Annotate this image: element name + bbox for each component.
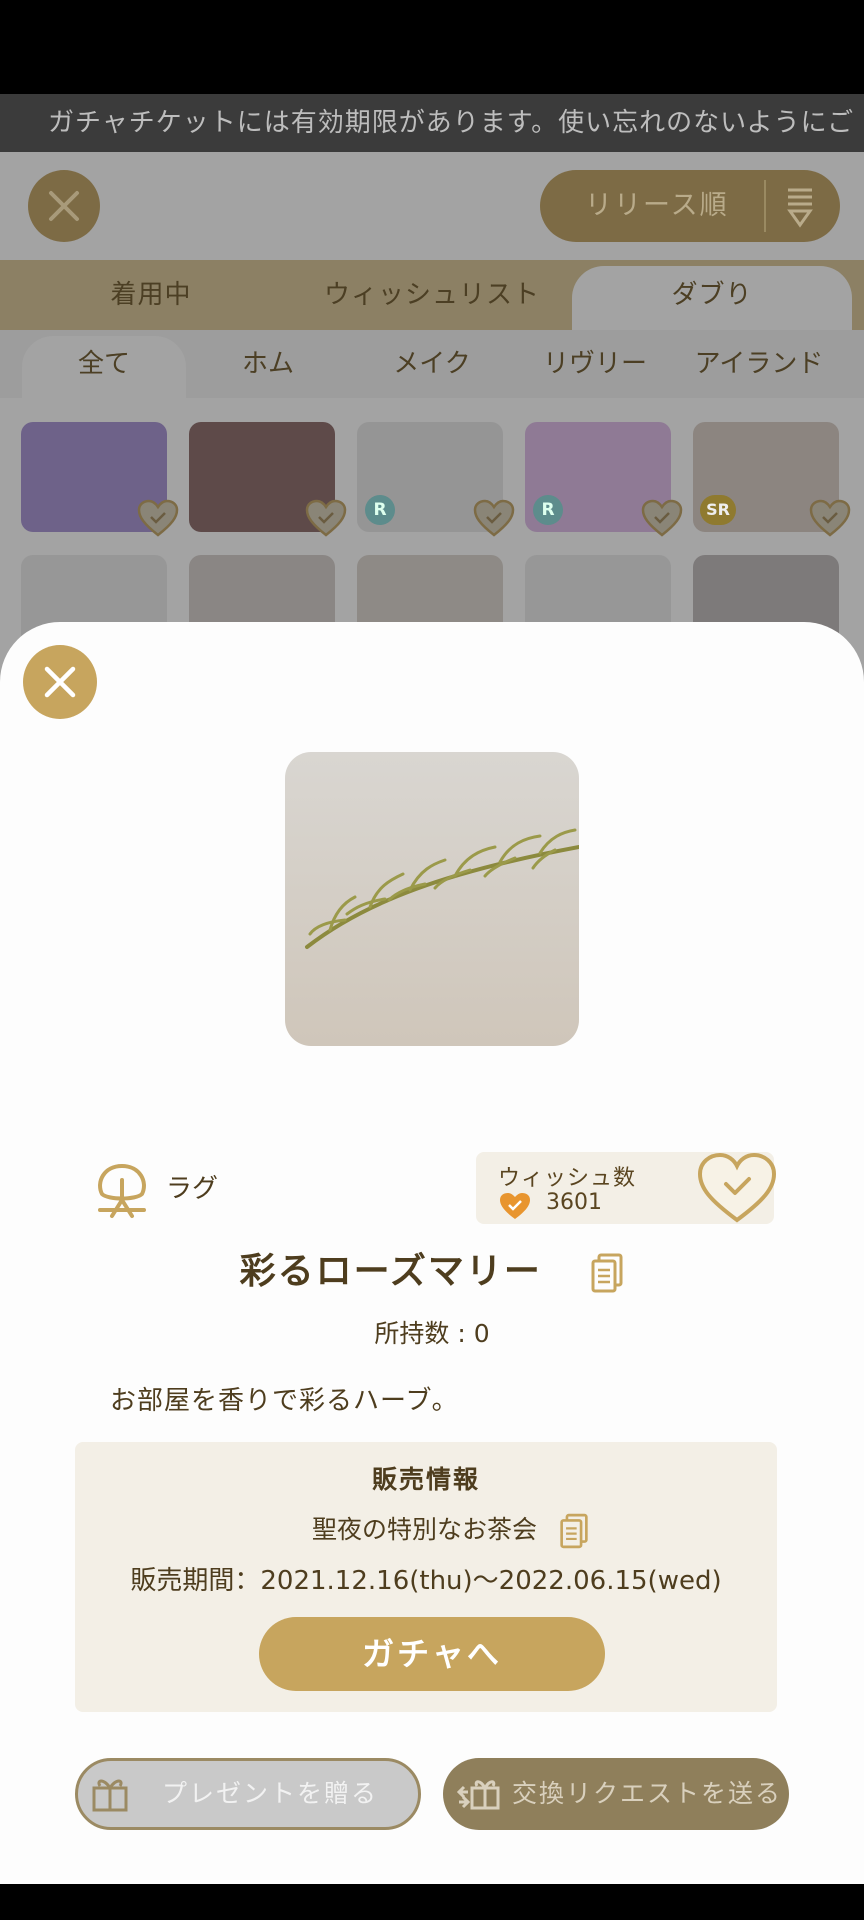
wishlist-heart-button[interactable] — [696, 1150, 778, 1224]
wish-count-value: 3601 — [546, 1190, 602, 1215]
rarity-badge: R — [533, 495, 563, 525]
sort-divider — [764, 180, 766, 232]
heart-check-icon[interactable] — [640, 498, 684, 538]
item-title: 彩るローズマリー — [0, 1242, 864, 1294]
document-icon[interactable] — [590, 1253, 624, 1293]
sale-event-name: 聖夜の特別なお茶会 — [312, 1515, 538, 1544]
trade-request-label: 交換リクエストを送る — [512, 1779, 783, 1808]
owned-count: 所持数 : 0 — [374, 1319, 490, 1348]
sort-label: リリース順 — [585, 190, 729, 221]
document-icon[interactable] — [559, 1513, 589, 1549]
gift-button-label: プレゼントを贈る — [162, 1779, 379, 1808]
rarity-badge: R — [365, 495, 395, 525]
subtab-livly[interactable]: リヴリー — [520, 330, 670, 398]
heart-check-icon[interactable] — [136, 498, 180, 538]
wish-count-label: ウィッシュ数 — [498, 1166, 637, 1191]
heart-check-icon[interactable] — [808, 498, 852, 538]
close-icon — [44, 666, 76, 698]
status-bar — [0, 0, 864, 94]
rarity-badge: SR — [700, 495, 736, 525]
rosemary-image — [305, 828, 579, 949]
category-label: ラグ — [166, 1174, 219, 1204]
rug-icon — [98, 1163, 146, 1218]
tab-duplicates[interactable]: ダブり — [600, 260, 824, 330]
background-close-button[interactable] — [28, 170, 100, 242]
modal-close-button[interactable] — [23, 645, 97, 719]
item-description: お部屋を香りで彩るハーブ。 — [110, 1386, 459, 1416]
close-icon — [49, 191, 79, 221]
subtab-all[interactable]: 全て — [22, 330, 186, 398]
sale-period: 販売期間：2021.12.16(thu)〜2022.06.15(wed) — [130, 1566, 722, 1596]
tab-wishlist[interactable]: ウィッシュリスト — [300, 260, 564, 330]
gacha-button[interactable]: ガチャへ — [259, 1617, 605, 1691]
item-thumbnail — [285, 752, 579, 1046]
notice-ticker: ガチャチケットには有効期限があります。使い忘れのないようにご — [0, 94, 864, 152]
sort-icon[interactable] — [785, 186, 815, 228]
subtab-island[interactable]: アイランド — [684, 330, 834, 398]
sale-event: 聖夜の特別なお茶会 — [312, 1510, 589, 1549]
heart-icon — [500, 1193, 530, 1219]
tab-wearing[interactable]: 着用中 — [40, 260, 262, 330]
item-name: 彩るローズマリー — [239, 1251, 542, 1292]
gift-icon — [92, 1779, 128, 1812]
subtab-makeup[interactable]: メイク — [360, 330, 504, 398]
heart-check-icon[interactable] — [304, 498, 348, 538]
exchange-icon — [456, 1780, 500, 1810]
navigation-bar — [0, 1884, 864, 1920]
subtab-home[interactable]: ホム — [196, 330, 340, 398]
heart-check-icon[interactable] — [472, 498, 516, 538]
sale-info-heading: 販売情報 — [371, 1465, 480, 1494]
